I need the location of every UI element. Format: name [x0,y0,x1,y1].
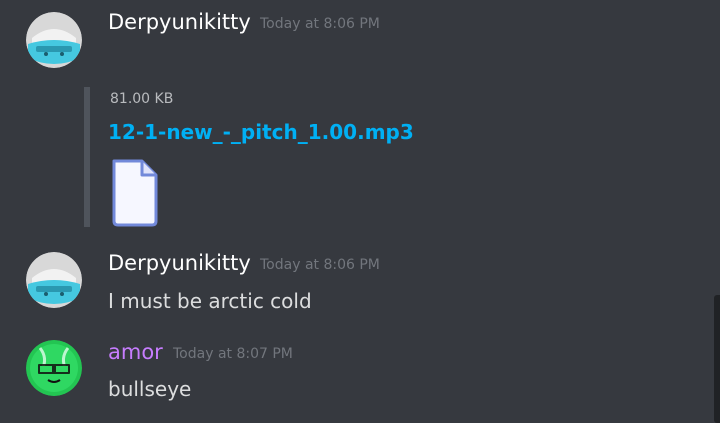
attachment-border [84,87,90,227]
timestamp: Today at 8:06 PM [260,16,380,32]
avatar[interactable] [26,252,82,308]
username[interactable]: Derpyunikitty [108,250,251,276]
file-attachment: 81.00 KB 12-1-new_-_pitch_1.00.mp3 [84,87,414,227]
file-icon[interactable] [110,157,160,231]
avatar[interactable] [26,12,82,68]
cat-avatar-icon [26,12,82,68]
message-text: bullseye [108,377,192,401]
cat-avatar-icon [26,252,82,308]
file-download-link[interactable]: 12-1-new_-_pitch_1.00.mp3 [108,119,414,145]
timestamp: Today at 8:07 PM [173,346,293,362]
message-text: I must be arctic cold [108,289,312,313]
scrollbar-thumb[interactable] [714,295,720,423]
username[interactable]: amor [108,339,163,365]
file-size: 81.00 KB [110,91,174,107]
avatar[interactable] [26,340,82,396]
timestamp: Today at 8:06 PM [260,257,380,273]
green-character-avatar-icon [26,340,82,396]
username[interactable]: Derpyunikitty [108,9,251,35]
